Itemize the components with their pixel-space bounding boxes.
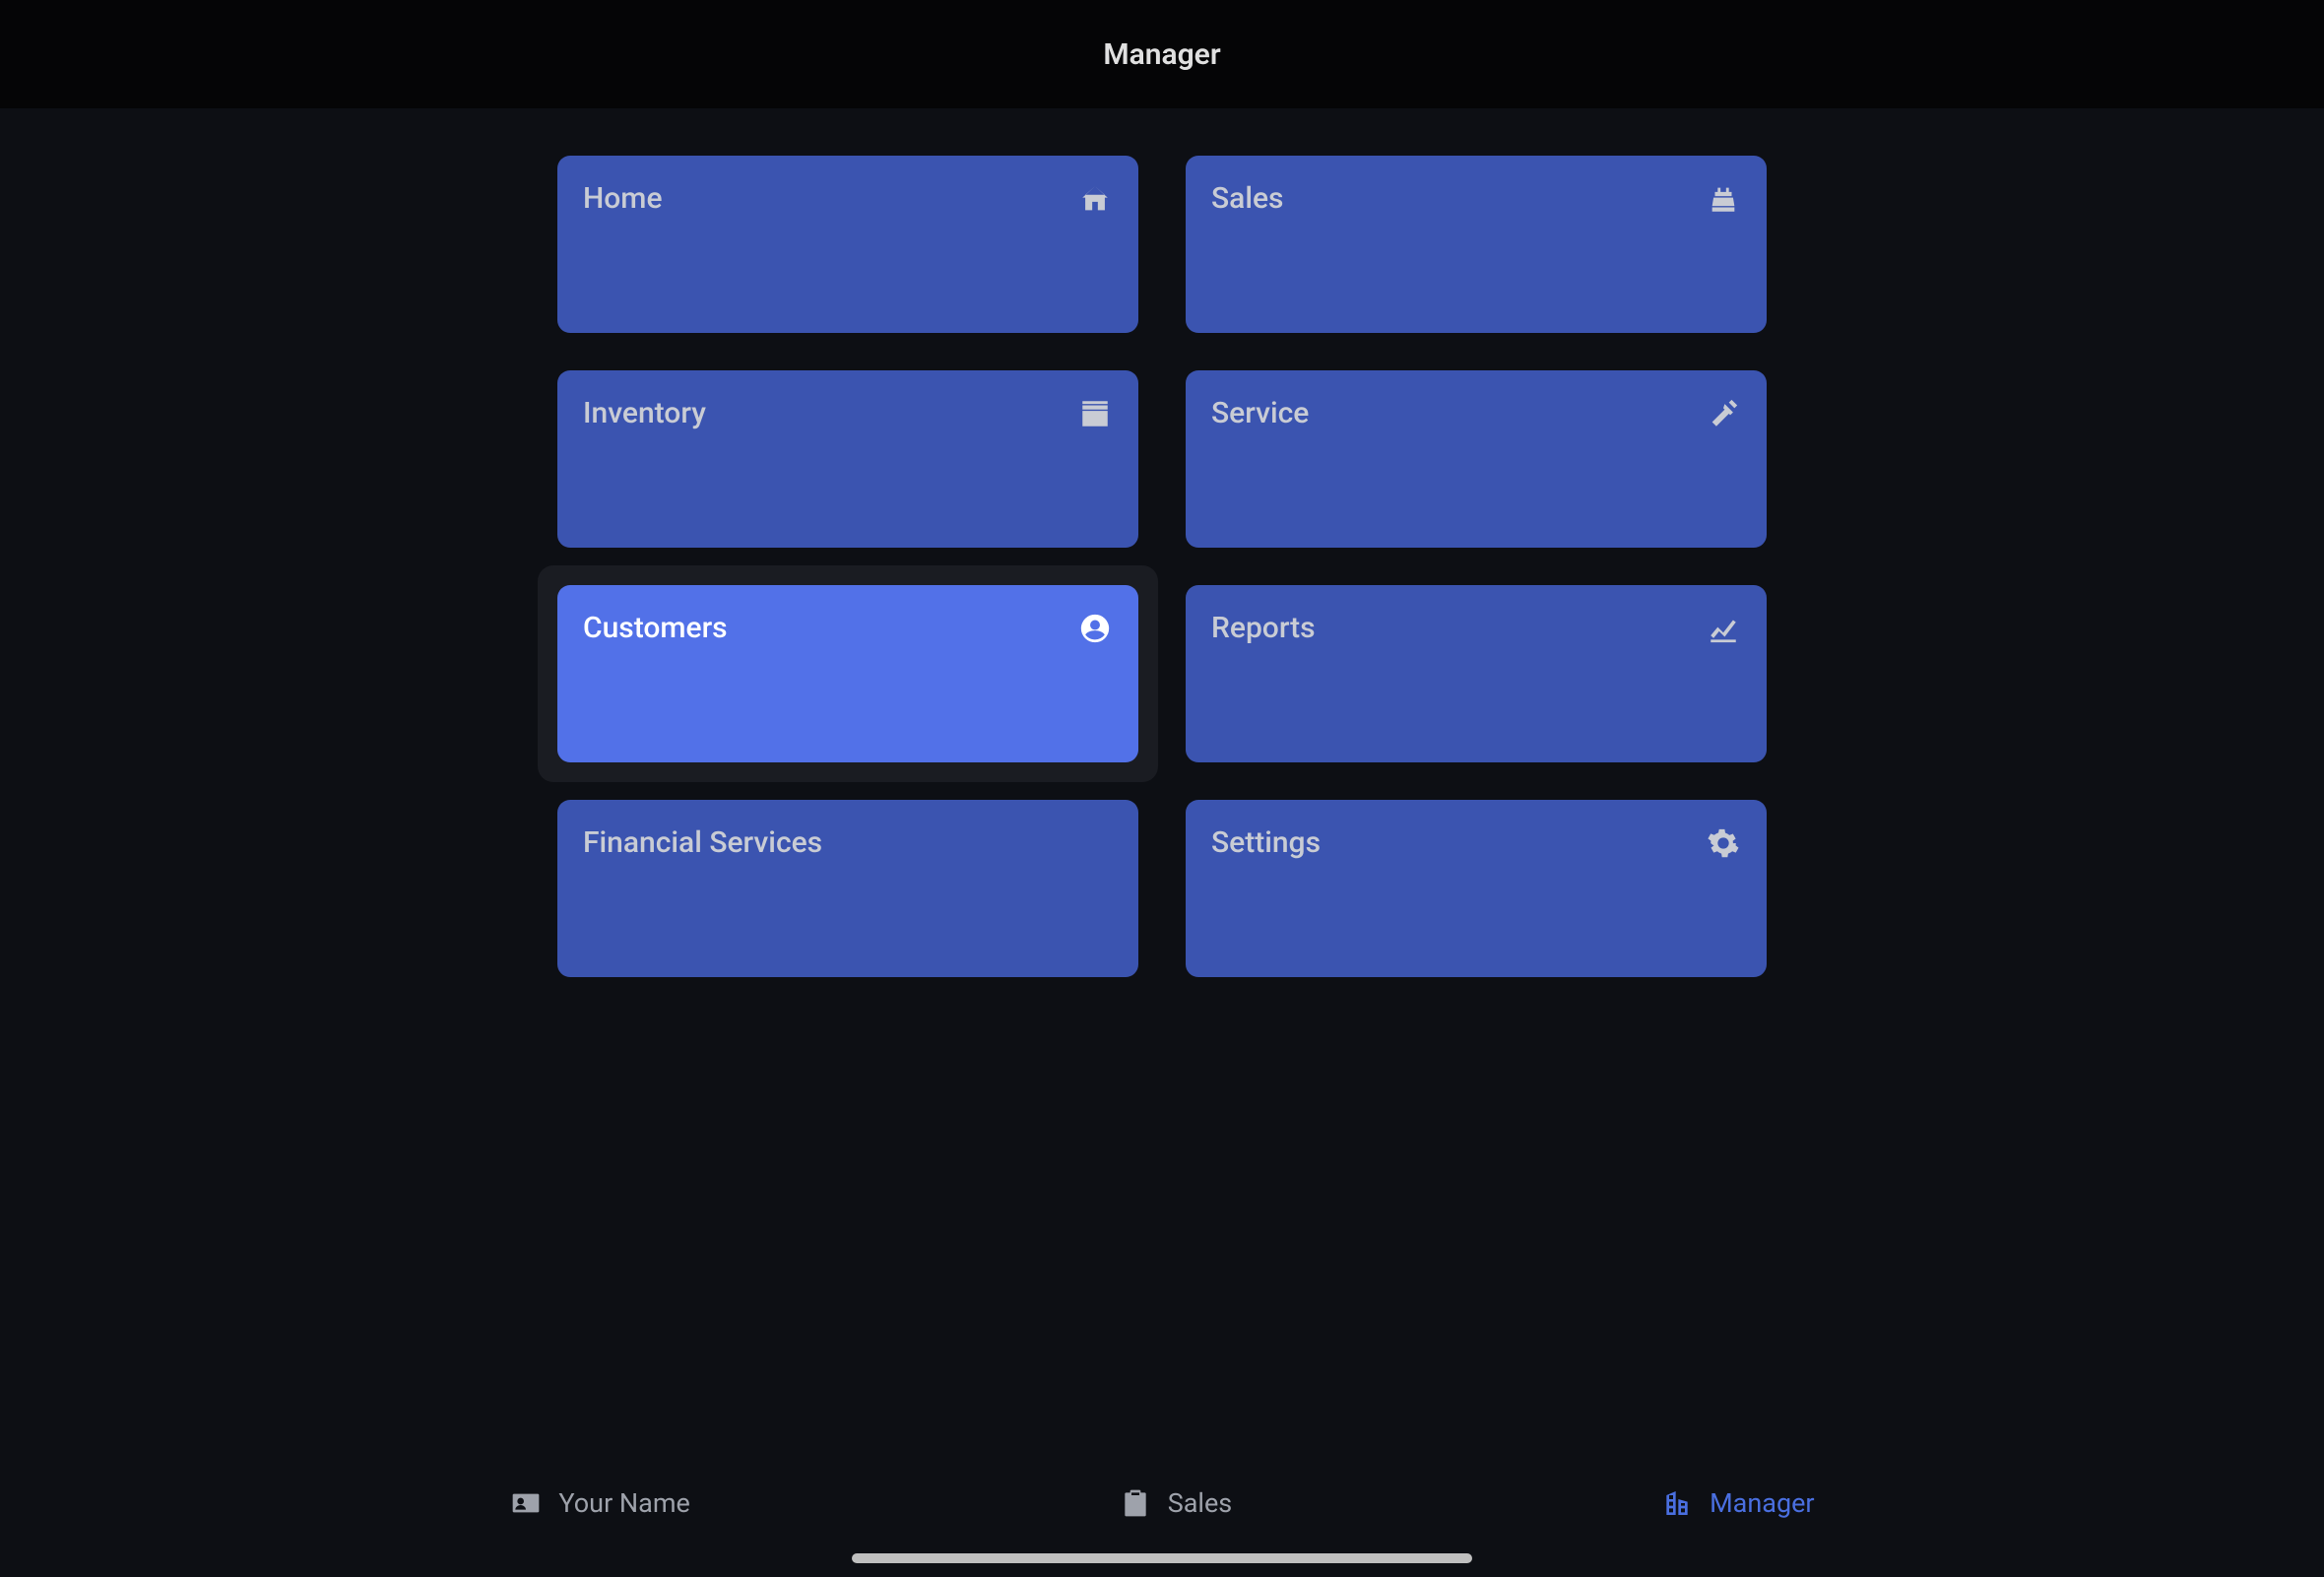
blank-icon: [1077, 825, 1113, 861]
home-indicator[interactable]: [852, 1553, 1472, 1563]
tile-customers[interactable]: Customers: [557, 585, 1138, 762]
tile-financial-services-wrap: Financial Services: [557, 800, 1138, 977]
tab-manager-label: Manager: [1710, 1487, 1814, 1519]
tile-inventory-wrap: Inventory: [557, 370, 1138, 548]
tile-service-label: Service: [1211, 396, 1309, 430]
cash-register-icon: [1706, 181, 1741, 217]
home-icon: [1077, 181, 1113, 217]
tile-reports-label: Reports: [1211, 611, 1316, 645]
tile-sales-label: Sales: [1211, 181, 1284, 216]
tile-reports-wrap: Reports: [1186, 585, 1767, 762]
tile-home[interactable]: Home: [557, 156, 1138, 333]
tile-settings-label: Settings: [1211, 825, 1321, 860]
tile-grid: Home Sales Inventory Service Cus: [557, 156, 1767, 977]
tile-inventory-label: Inventory: [583, 396, 706, 430]
tile-customers-wrap: Customers: [538, 565, 1158, 782]
tile-home-wrap: Home: [557, 156, 1138, 333]
hammer-icon: [1706, 396, 1741, 431]
clipboard-icon: [1119, 1486, 1152, 1520]
tile-inventory[interactable]: Inventory: [557, 370, 1138, 548]
tile-home-label: Home: [583, 181, 663, 216]
page-title: Manager: [1103, 37, 1220, 72]
tab-manager[interactable]: Manager: [1660, 1486, 1814, 1520]
tile-reports[interactable]: Reports: [1186, 585, 1767, 762]
building-icon: [1660, 1486, 1694, 1520]
tile-customers-label: Customers: [583, 611, 728, 645]
id-card-icon: [509, 1486, 543, 1520]
tile-sales-wrap: Sales: [1186, 156, 1767, 333]
gear-icon: [1706, 825, 1741, 861]
tile-financial-services-label: Financial Services: [583, 825, 822, 860]
tile-settings[interactable]: Settings: [1186, 800, 1767, 977]
tile-service-wrap: Service: [1186, 370, 1767, 548]
tab-your-name-label: Your Name: [558, 1487, 689, 1519]
tab-sales[interactable]: Sales: [1119, 1486, 1233, 1520]
top-bar: Manager: [0, 0, 2324, 108]
tile-settings-wrap: Settings: [1186, 800, 1767, 977]
tile-service[interactable]: Service: [1186, 370, 1767, 548]
box-icon: [1077, 396, 1113, 431]
tile-financial-services[interactable]: Financial Services: [557, 800, 1138, 977]
chart-line-icon: [1706, 611, 1741, 646]
user-circle-icon: [1077, 611, 1113, 646]
tab-your-name[interactable]: Your Name: [509, 1486, 689, 1520]
tab-sales-label: Sales: [1168, 1487, 1233, 1519]
main-content: Home Sales Inventory Service Cus: [0, 108, 2324, 977]
tile-sales[interactable]: Sales: [1186, 156, 1767, 333]
